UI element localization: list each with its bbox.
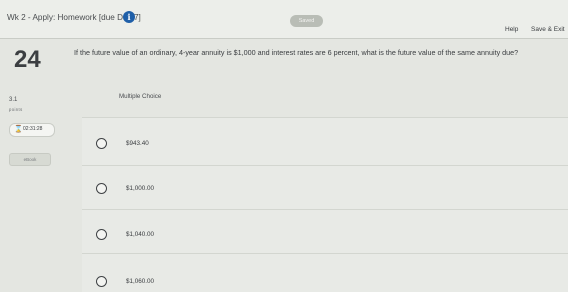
- question-text: If the future value of an ordinary, 4-ye…: [74, 48, 519, 57]
- option-label: $943.40: [126, 140, 149, 147]
- panel-divider: [82, 117, 568, 118]
- points-label: points: [9, 107, 23, 112]
- timer-badge: ⌛ 02:31:28: [9, 123, 55, 137]
- timer-text: 02:31:28: [23, 126, 43, 132]
- help-link[interactable]: Help: [505, 26, 518, 33]
- info-icon[interactable]: i: [123, 11, 135, 23]
- answer-options-panel: [82, 117, 568, 292]
- top-bar: Wk 2 - Apply: Homework [due Day 7] i Sav…: [0, 0, 568, 39]
- radio-button[interactable]: [96, 276, 107, 287]
- option-label: $1,060.00: [126, 278, 155, 285]
- option-divider: [82, 253, 568, 254]
- saved-status-badge: Saved: [290, 15, 323, 27]
- radio-button[interactable]: [96, 229, 107, 240]
- radio-button[interactable]: [96, 138, 107, 149]
- option-divider: [82, 165, 568, 166]
- option-label: $1,040.00: [126, 231, 155, 238]
- ebook-button[interactable]: eBook: [9, 153, 51, 166]
- option-divider: [82, 209, 568, 210]
- option-label: $1,000.00: [126, 185, 155, 192]
- question-number: 24: [14, 46, 41, 73]
- question-type-label: Multiple Choice: [119, 93, 162, 100]
- hourglass-icon: ⌛: [14, 126, 23, 133]
- radio-button[interactable]: [96, 183, 107, 194]
- assignment-title: Wk 2 - Apply: Homework [due Day 7]: [7, 13, 141, 22]
- save-exit-button[interactable]: Save & Exit: [531, 26, 565, 33]
- points-value: 3.1: [9, 97, 18, 103]
